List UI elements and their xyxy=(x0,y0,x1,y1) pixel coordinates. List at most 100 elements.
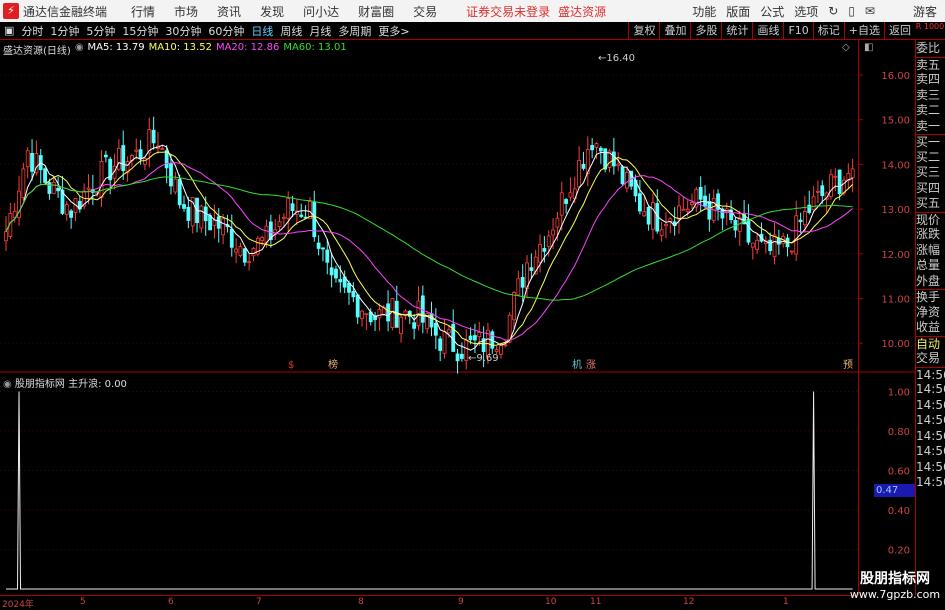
candle-body xyxy=(164,150,169,169)
candle-body xyxy=(646,206,651,225)
menu-formula[interactable]: 公式 xyxy=(760,3,784,20)
quote-label: 卖三 xyxy=(916,87,941,102)
candle-body xyxy=(277,221,282,227)
candle-body xyxy=(134,149,139,152)
tool-button[interactable]: 返回 xyxy=(884,22,915,40)
candle-body xyxy=(21,168,26,198)
menu-discover[interactable]: 发现 xyxy=(260,3,284,20)
candle-body xyxy=(160,148,165,151)
period-tab[interactable]: 分时 xyxy=(21,23,43,39)
period-tab[interactable]: 周线 xyxy=(280,23,302,39)
candle-body xyxy=(564,199,568,204)
menu-ask[interactable]: 问小达 xyxy=(303,3,339,20)
menu-options[interactable]: 选项 xyxy=(794,3,818,20)
login-status[interactable]: 证券交易未登录 xyxy=(466,3,550,20)
tool-button[interactable]: 统计 xyxy=(721,22,752,40)
stock-title: 盛达资源(日线) xyxy=(3,46,71,57)
candle-body xyxy=(260,237,265,241)
date-axis: 2024年 5 6 7 8 9 10 11 12 1 xyxy=(0,595,858,610)
ma20-label: MA20: 12.86 xyxy=(215,42,280,53)
menu-quotes[interactable]: 行情 xyxy=(131,3,155,20)
period-tab[interactable]: 更多> xyxy=(378,23,409,39)
candle-body xyxy=(182,204,186,209)
candle-body xyxy=(620,166,625,185)
candle-body xyxy=(516,278,521,296)
app-title: 通达信金融终端 xyxy=(23,4,108,19)
menu-layout[interactable]: 版面 xyxy=(726,3,750,20)
candle-body xyxy=(264,225,269,244)
candle-body xyxy=(807,204,812,213)
period-tab[interactable]: 15分钟 xyxy=(122,23,158,39)
candle-body xyxy=(551,229,555,236)
menu-trade[interactable]: 交易 xyxy=(413,3,437,20)
candle-body xyxy=(581,163,586,169)
candle-body xyxy=(212,219,217,226)
candle-body xyxy=(69,210,74,218)
quote-label: 换手 xyxy=(916,289,945,305)
kline-chart[interactable]: ←16.40 ←9.69 $ 榜 机涨 预 16.00 15.00 14.00 13.00 12.0… xyxy=(0,40,915,595)
user-label[interactable]: 游客 xyxy=(913,3,937,20)
quote-label: 收益 xyxy=(916,320,941,334)
tool-button[interactable]: 多股 xyxy=(690,22,721,40)
candle-body xyxy=(829,174,833,198)
candle-body xyxy=(772,234,777,258)
candle-body xyxy=(438,338,443,351)
candle-body xyxy=(833,175,838,178)
tool-button[interactable]: +自选 xyxy=(843,22,884,40)
candle-body xyxy=(789,250,794,253)
menu-market[interactable]: 市场 xyxy=(174,3,198,20)
candle-body xyxy=(351,290,356,298)
candle-body xyxy=(355,294,360,318)
period-tab[interactable]: 60分钟 xyxy=(208,23,244,39)
price-tick: 10.00 xyxy=(881,339,910,350)
r-badge: R 1000 xyxy=(915,22,945,31)
event-marker: 预 xyxy=(843,359,853,371)
diamond-icon[interactable]: ◇ xyxy=(842,42,850,53)
candle-body xyxy=(173,178,178,193)
mail-icon[interactable]: ✉ xyxy=(865,4,875,18)
period-tab[interactable]: 多周期 xyxy=(338,23,371,39)
candle-body xyxy=(529,267,534,271)
menu-news[interactable]: 资讯 xyxy=(217,3,241,20)
menu-wealth[interactable]: 财富圈 xyxy=(358,3,394,20)
candle-body xyxy=(43,168,47,183)
candle-body xyxy=(247,261,252,264)
quote-label: 外盘 xyxy=(916,273,941,288)
candle-body xyxy=(499,345,503,355)
refresh-icon[interactable]: ↻ xyxy=(828,4,838,18)
quote-label: 14:56 xyxy=(916,413,945,427)
phone-icon[interactable]: ▯ xyxy=(848,4,855,18)
candle-body xyxy=(30,152,34,172)
period-tab[interactable]: 1分钟 xyxy=(50,23,79,39)
period-tab[interactable]: 5分钟 xyxy=(86,23,115,39)
period-tab[interactable]: 日线 xyxy=(251,23,273,39)
tool-button[interactable]: 画线 xyxy=(752,22,783,40)
tool-button[interactable]: 标记 xyxy=(812,22,844,40)
menu-function[interactable]: 功能 xyxy=(692,3,716,20)
candle-body xyxy=(138,149,143,160)
tool-button[interactable]: 复权 xyxy=(628,22,659,40)
dropdown-icon[interactable]: ◉ xyxy=(75,42,84,57)
quote-label: 交易 xyxy=(916,351,941,365)
period-tab[interactable]: 月线 xyxy=(309,23,331,39)
candle-body xyxy=(299,214,304,217)
period-tab[interactable]: 30分钟 xyxy=(165,23,201,39)
toolbar: ▣ 分时 1分钟 5分钟 15分钟 30分钟 60分钟 日线 周线 月线 多周期 更多> 复权 叠加多… xyxy=(0,22,945,40)
candle-body xyxy=(664,223,668,227)
tool-button[interactable]: F10 xyxy=(783,22,812,40)
candle-body xyxy=(542,248,547,252)
candle-body xyxy=(594,143,599,148)
candle-body xyxy=(25,150,30,168)
quote-label: 14:56 xyxy=(916,459,945,474)
candle-body xyxy=(386,303,390,322)
candle-body xyxy=(598,147,603,152)
dropdown-icon[interactable]: ◉ xyxy=(3,379,12,390)
tool-button[interactable]: 叠加 xyxy=(659,22,690,40)
candle-body xyxy=(64,204,69,216)
candle-body xyxy=(281,216,286,219)
candle-body xyxy=(520,277,525,288)
candle-body xyxy=(399,316,404,335)
quote-label: 总量 xyxy=(916,258,941,272)
sidebar-toggle-icon[interactable]: ▣ xyxy=(4,24,14,37)
panel-toggle-icon[interactable]: ◧ xyxy=(864,42,873,53)
